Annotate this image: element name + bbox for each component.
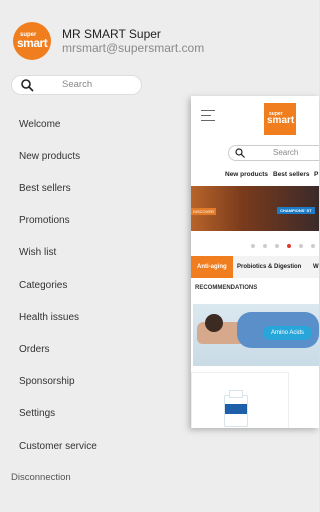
app-preview-panel[interactable]: super smart Search New products Best sel…: [191, 96, 319, 428]
bottle-label: [225, 404, 247, 414]
search-icon: [21, 79, 34, 92]
banner-left-label: DISCOVER: [191, 208, 216, 215]
menu-item-orders[interactable]: Orders: [19, 344, 50, 355]
search-placeholder: Search: [62, 79, 93, 90]
user-name: MR SMART Super: [62, 27, 161, 41]
menu-item-new-products[interactable]: New products: [19, 151, 80, 162]
disconnection-button[interactable]: Disconnection: [11, 472, 71, 483]
recommendation-card[interactable]: Amino Acids: [193, 304, 319, 366]
carousel-dot[interactable]: [311, 244, 315, 248]
menu-item-sponsorship[interactable]: Sponsorship: [19, 376, 75, 387]
preview-search-input[interactable]: Search: [229, 146, 319, 160]
user-email: mrsmart@supersmart.com: [62, 41, 205, 55]
carousel-dot[interactable]: [299, 244, 303, 248]
product-label-pill[interactable]: Amino Acids: [263, 326, 313, 340]
preview-tabs: New products Best sellers P: [191, 171, 319, 183]
category-anti-aging[interactable]: Anti-aging: [191, 256, 233, 278]
category-more[interactable]: W: [313, 256, 319, 278]
product-card[interactable]: [191, 372, 289, 428]
menu-item-categories[interactable]: Categories: [19, 280, 67, 291]
preview-logo: super smart: [264, 103, 296, 135]
banner-right-label: CHAMPIONS' ST: [277, 207, 315, 214]
drawer-search-input[interactable]: Search: [12, 76, 141, 94]
woman-head-graphic: [205, 314, 223, 332]
bottle-cap: [229, 390, 243, 398]
carousel-dot[interactable]: [263, 244, 267, 248]
carousel-dot-active[interactable]: [287, 244, 291, 248]
carousel-dot[interactable]: [251, 244, 255, 248]
preview-logo-smart: smart: [267, 115, 295, 126]
preview-search-placeholder: Search: [273, 148, 299, 157]
menu-item-best-sellers[interactable]: Best sellers: [19, 183, 71, 194]
search-icon: [235, 148, 245, 158]
tab-best-sellers[interactable]: Best sellers: [273, 171, 310, 178]
recommendations-heading: RECOMMENDATIONS: [195, 285, 258, 291]
category-probiotics[interactable]: Probiotics & Digestion: [237, 256, 301, 278]
menu-item-welcome[interactable]: Welcome: [19, 119, 61, 130]
logo-smart-text: smart: [17, 36, 48, 50]
tab-promotions[interactable]: P: [314, 171, 318, 178]
hamburger-icon[interactable]: [201, 110, 215, 122]
category-bar: Anti-aging Probiotics & Digestion W: [191, 256, 319, 278]
carousel-dot[interactable]: [275, 244, 279, 248]
promo-banner[interactable]: DISCOVER CHAMPIONS' ST: [191, 186, 319, 231]
tab-new-products[interactable]: New products: [225, 171, 268, 178]
menu-item-wish-list[interactable]: Wish list: [19, 247, 56, 258]
supplement-bottle-image: [224, 390, 248, 427]
menu-item-health-issues[interactable]: Health issues: [19, 312, 79, 323]
supersmart-logo: super smart: [13, 22, 51, 60]
menu-item-settings[interactable]: Settings: [19, 408, 55, 419]
menu-item-promotions[interactable]: Promotions: [19, 215, 70, 226]
menu-item-customer-service[interactable]: Customer service: [19, 441, 97, 452]
